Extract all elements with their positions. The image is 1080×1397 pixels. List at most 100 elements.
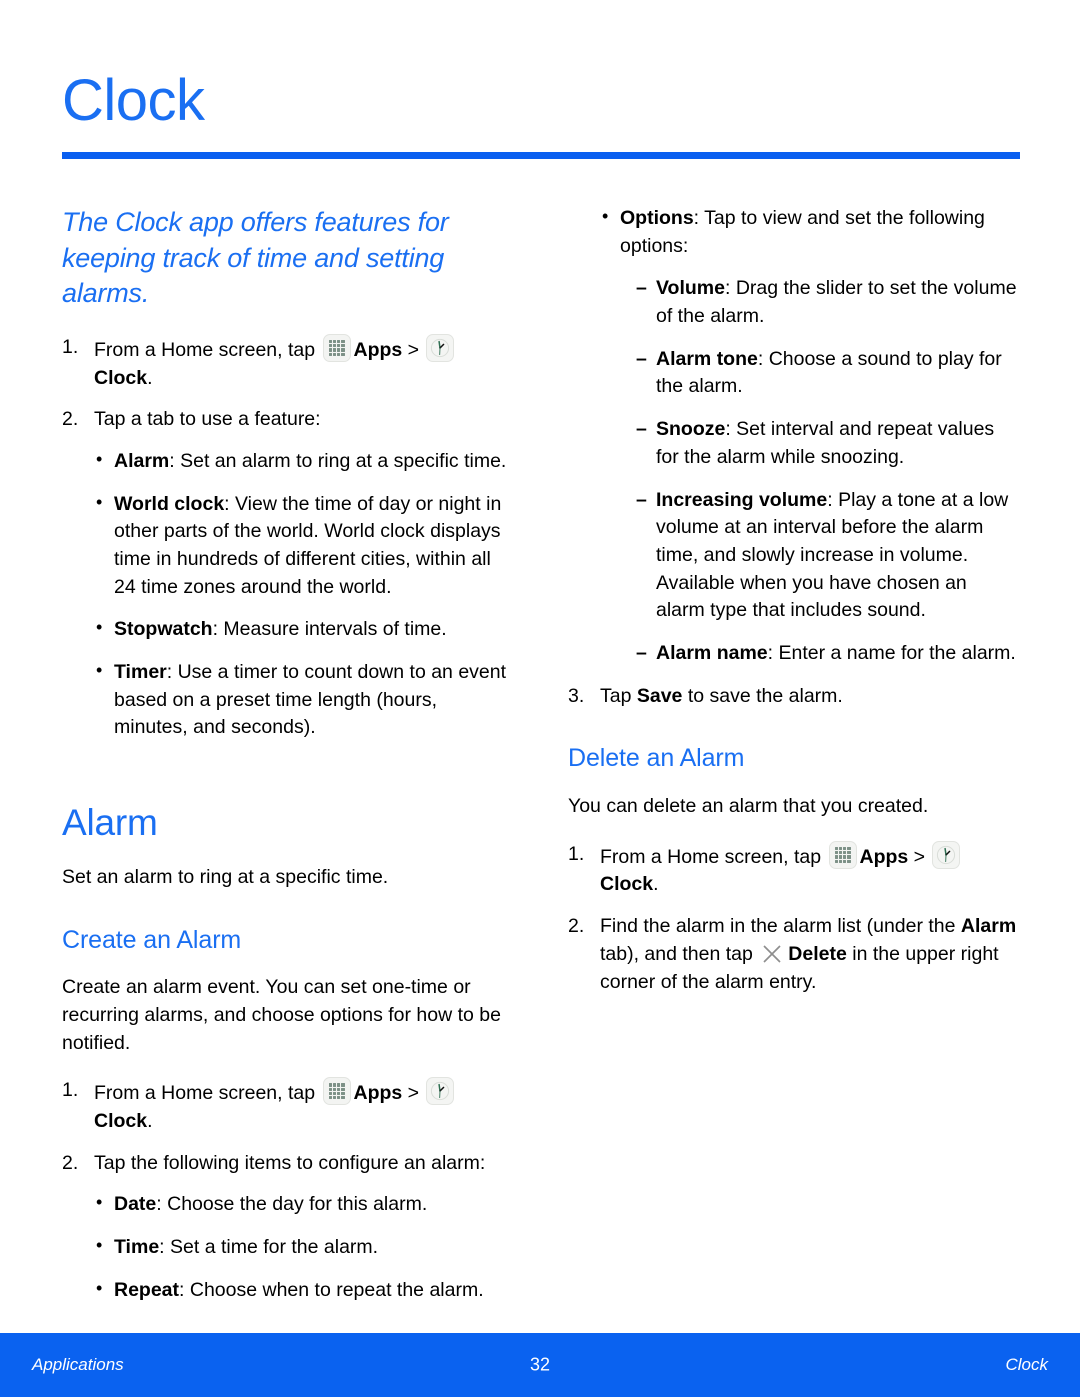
dash-marker: – bbox=[636, 488, 647, 511]
delete-icon bbox=[760, 941, 784, 965]
create-alarm-intro: Create an alarm event. You can set one-t… bbox=[62, 976, 501, 1054]
bullet-marker: • bbox=[96, 1235, 103, 1256]
delete-label: Delete bbox=[788, 942, 847, 965]
option-item-alarm-name: – Alarm name: Enter a name for the alarm… bbox=[568, 640, 1020, 668]
bullet-marker: • bbox=[602, 206, 609, 226]
bullet-term: Timer bbox=[114, 661, 167, 684]
bullet-term: Alarm bbox=[114, 449, 170, 472]
bullet-term: World clock bbox=[114, 492, 225, 515]
alarm-section-intro: Set an alarm to ring at a specific time. bbox=[62, 865, 389, 888]
config-bullet-repeat: • Repeat: Choose when to repeat the alar… bbox=[62, 1277, 514, 1305]
alarm-tab-label: Alarm bbox=[960, 915, 1017, 938]
feature-bullet-timer: • Timer: Use a timer to count down to an… bbox=[62, 659, 514, 742]
bullet-rest: : Set a time for the alarm. bbox=[159, 1236, 379, 1259]
dash-term: Alarm tone bbox=[656, 347, 758, 370]
clock-label: Clock bbox=[94, 366, 148, 389]
step-text: Find the alarm in the alarm list (under … bbox=[600, 913, 1020, 996]
step-text: From a Home screen, tap Apps > Clock. bbox=[94, 1077, 514, 1135]
bullet-rest: : Choose the day for this alarm. bbox=[156, 1193, 428, 1216]
apps-label: Apps bbox=[859, 845, 909, 868]
dash-text: Volume: Drag the slider to set the volum… bbox=[656, 275, 1020, 330]
step-text-pre: From a Home screen, tap bbox=[94, 1082, 321, 1105]
footer-section-label: Applications bbox=[32, 1355, 124, 1374]
step-text-post: . bbox=[147, 1110, 153, 1132]
step-text: Tap Save to save the alarm. bbox=[600, 683, 1020, 711]
bullet-term: Options bbox=[620, 207, 694, 229]
create-alarm-step-2: 2. Tap the following items to configure … bbox=[62, 1150, 514, 1178]
title-divider bbox=[62, 152, 1020, 159]
bullet-marker: • bbox=[96, 660, 103, 681]
step-text-post: to save the alarm. bbox=[682, 684, 843, 707]
bullet-term: Stopwatch bbox=[114, 618, 213, 641]
apps-label: Apps bbox=[353, 338, 403, 361]
right-column: • Options: Tap to view and set the follo… bbox=[568, 205, 1020, 1010]
options-bullet: • Options: Tap to view and set the follo… bbox=[568, 205, 1020, 260]
bullet-text: Repeat: Choose when to repeat the alarm. bbox=[114, 1277, 514, 1305]
feature-bullet-world-clock: • World clock: View the time of day or n… bbox=[62, 491, 514, 602]
bullet-marker: • bbox=[96, 1277, 103, 1298]
apps-icon bbox=[828, 840, 857, 869]
step-text-post: . bbox=[147, 366, 153, 389]
step-number: 2. bbox=[62, 1151, 79, 1174]
bullet-marker: • bbox=[96, 491, 103, 512]
footer-page-number: 32 bbox=[529, 1354, 551, 1375]
apps-label: Apps bbox=[353, 1082, 403, 1105]
option-item-snooze: – Snooze: Set interval and repeat values… bbox=[568, 416, 1020, 471]
dash-marker: – bbox=[636, 418, 647, 441]
footer-chapter-label: Clock bbox=[1005, 1355, 1048, 1374]
step-separator: > bbox=[402, 1082, 425, 1105]
step-number: 2. bbox=[568, 915, 585, 938]
dash-term: Volume bbox=[656, 277, 725, 300]
bullet-term: Date bbox=[114, 1193, 157, 1216]
bullet-text: Date: Choose the day for this alarm. bbox=[114, 1191, 514, 1219]
bullet-rest: : Choose when to repeat the alarm. bbox=[179, 1278, 484, 1301]
option-item-alarm-tone: – Alarm tone: Choose a sound to play for… bbox=[568, 346, 1020, 401]
step-number: 1. bbox=[62, 1079, 79, 1102]
apps-icon bbox=[322, 1077, 351, 1106]
clock-icon bbox=[426, 333, 455, 362]
create-alarm-step-1: 1. From a Home screen, tap Apps > Clock. bbox=[62, 1077, 514, 1135]
dash-text: Snooze: Set interval and repeat values f… bbox=[656, 416, 1020, 471]
config-bullet-time: • Time: Set a time for the alarm. bbox=[62, 1234, 514, 1262]
delete-alarm-intro: You can delete an alarm that you created… bbox=[568, 795, 929, 818]
clock-icon bbox=[932, 840, 961, 869]
dash-term: Increasing volume bbox=[656, 488, 828, 511]
bullet-marker: • bbox=[96, 1192, 103, 1213]
bullet-text: Timer: Use a timer to count down to an e… bbox=[114, 659, 514, 742]
bullet-text: Time: Set a time for the alarm. bbox=[114, 1234, 514, 1262]
step-text-pre: Find the alarm in the alarm list (under … bbox=[600, 915, 961, 938]
bullet-term: Time bbox=[114, 1236, 160, 1259]
step-text-pre: From a Home screen, tap bbox=[600, 845, 827, 868]
dash-marker: – bbox=[636, 277, 647, 300]
step-text-pre: Tap bbox=[600, 684, 637, 707]
step-number: 1. bbox=[62, 335, 79, 358]
feature-bullet-stopwatch: • Stopwatch: Measure intervals of time. bbox=[62, 616, 514, 644]
clock-label: Clock bbox=[94, 1110, 148, 1132]
bullet-text: World clock: View the time of day or nig… bbox=[114, 491, 514, 602]
save-label: Save bbox=[636, 684, 683, 707]
bullet-marker: • bbox=[96, 617, 103, 638]
step-text: Tap the following items to configure an … bbox=[94, 1151, 486, 1174]
left-column: The Clock app offers features for keepin… bbox=[62, 205, 514, 1319]
create-alarm-heading: Create an Alarm bbox=[62, 925, 242, 954]
step-text-pre: From a Home screen, tap bbox=[94, 338, 321, 361]
step-text-post: . bbox=[653, 873, 659, 896]
delete-alarm-heading: Delete an Alarm bbox=[568, 744, 745, 773]
dash-term: Snooze bbox=[656, 418, 726, 441]
bullet-rest: : Use a timer to count down to an event … bbox=[114, 661, 507, 739]
dash-text: Increasing volume: Play a tone at a low … bbox=[656, 487, 1020, 625]
alarm-section-heading: Alarm bbox=[62, 802, 158, 844]
step-number: 2. bbox=[62, 408, 79, 431]
delete-alarm-step-1: 1. From a Home screen, tap Apps > Clock. bbox=[568, 840, 1020, 899]
step-text: From a Home screen, tap Apps > Clock. bbox=[600, 840, 1020, 899]
step-text: Tap a tab to use a feature: bbox=[94, 408, 321, 431]
bullet-text: Alarm: Set an alarm to ring at a specifi… bbox=[114, 448, 514, 476]
feature-bullet-alarm: • Alarm: Set an alarm to ring at a speci… bbox=[62, 448, 514, 476]
bullet-rest: : Measure intervals of time. bbox=[212, 618, 447, 641]
step-separator: > bbox=[402, 338, 425, 361]
step-separator: > bbox=[908, 845, 931, 868]
option-item-volume: – Volume: Drag the slider to set the vol… bbox=[568, 275, 1020, 330]
dash-rest: : Enter a name for the alarm. bbox=[767, 641, 1016, 664]
save-alarm-step: 3. Tap Save to save the alarm. bbox=[568, 683, 1020, 711]
step-number: 1. bbox=[568, 842, 585, 865]
